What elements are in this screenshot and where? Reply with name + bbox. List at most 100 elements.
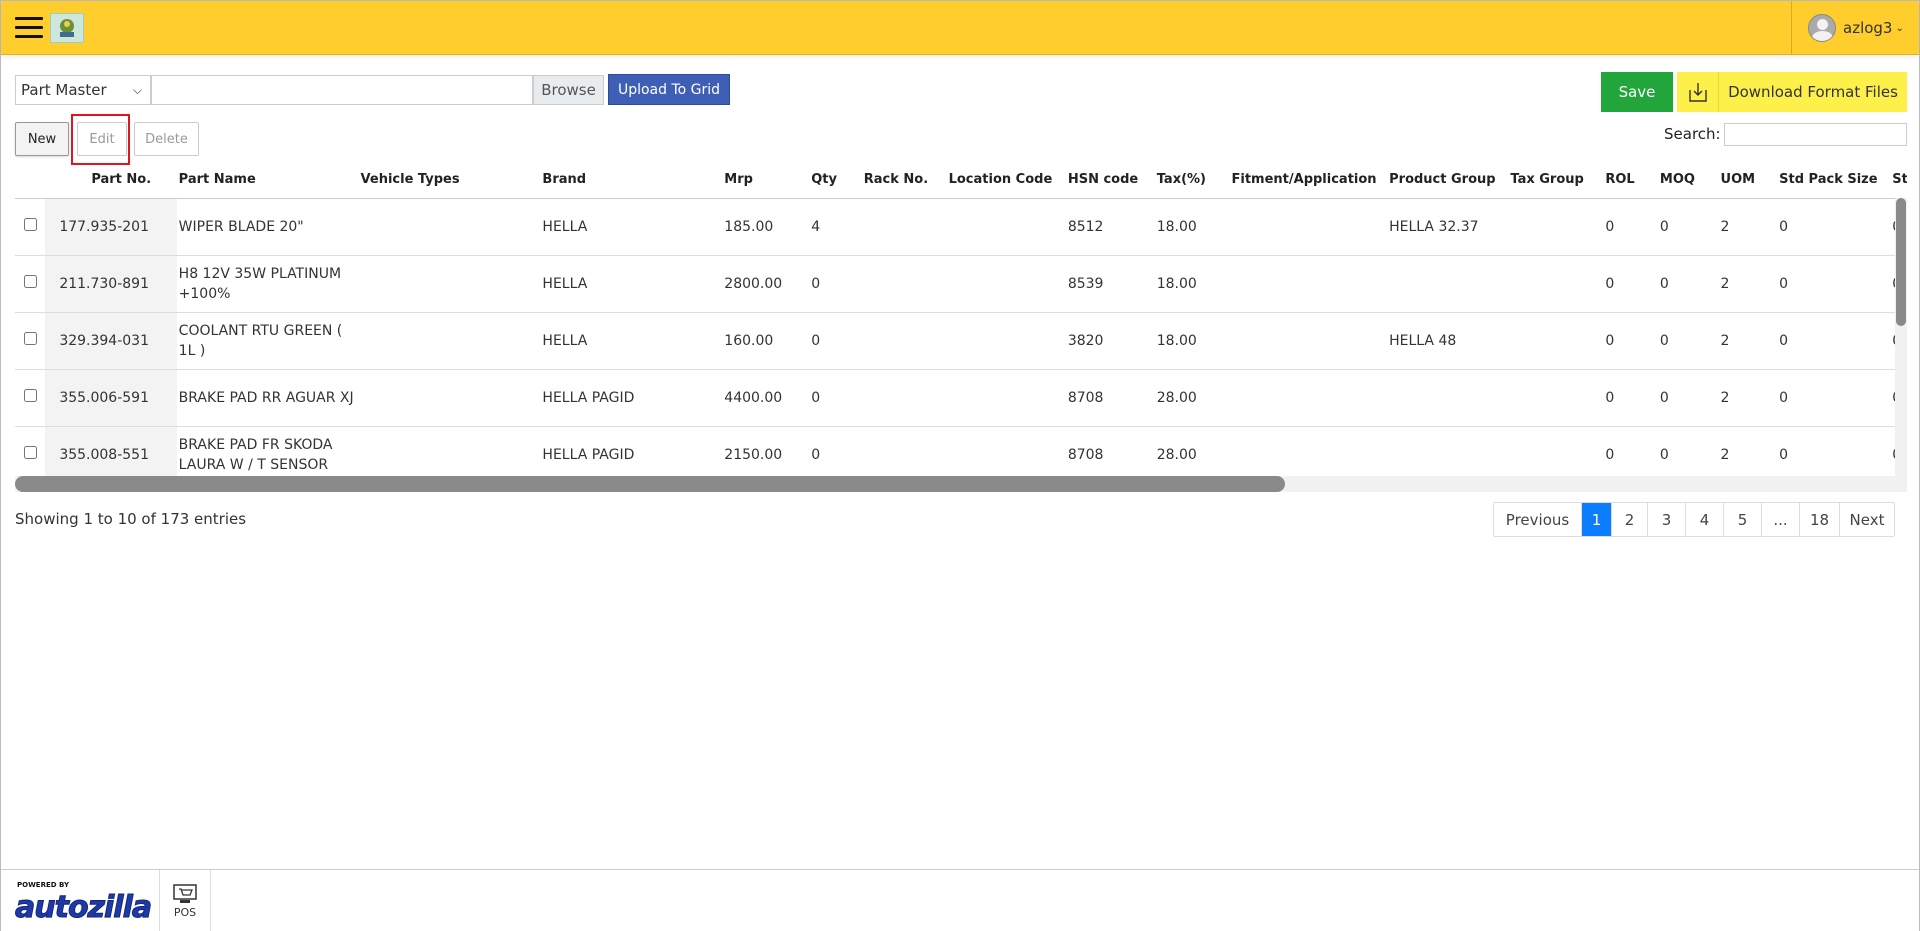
table-cell <box>1508 312 1604 370</box>
download-format-files-button[interactable]: Download Format Files <box>1677 72 1907 112</box>
column-header[interactable]: Location Code <box>946 162 1066 199</box>
browse-button[interactable]: Browse <box>533 75 604 105</box>
table-cell <box>861 198 947 256</box>
column-header[interactable]: Tax Group <box>1508 162 1604 199</box>
column-header[interactable]: Qty <box>809 162 862 199</box>
company-logo[interactable] <box>50 13 84 43</box>
save-button[interactable]: Save <box>1601 72 1673 112</box>
master-type-select[interactable]: Part Master ⌵ <box>15 75 151 105</box>
row-checkbox[interactable] <box>23 217 37 231</box>
vertical-scroll-thumb[interactable] <box>1896 198 1906 326</box>
column-header[interactable]: Fitment/Application <box>1229 162 1388 199</box>
page-button[interactable]: 3 <box>1648 503 1686 536</box>
user-menu[interactable]: azlog3 ⌄ <box>1791 1 1919 55</box>
row-checkbox[interactable] <box>23 331 37 345</box>
row-checkbox[interactable] <box>23 274 37 288</box>
table-cell: HELLA <box>540 198 723 256</box>
table-cell: 0 <box>809 312 862 370</box>
column-header[interactable]: Std C <box>1890 162 1907 199</box>
row-select-cell <box>15 198 46 256</box>
row-checkbox[interactable] <box>23 445 37 459</box>
column-header[interactable]: ROL <box>1603 162 1658 199</box>
table-cell: 2800.00 <box>722 255 810 313</box>
table-header-row: Part No. Part Name Vehicle Types Brand Mrp Qt… <box>15 162 1907 199</box>
column-header[interactable]: HSN code <box>1065 162 1155 199</box>
column-header[interactable]: Tax(%) <box>1154 162 1230 199</box>
table-cell <box>358 255 541 313</box>
horizontal-scrollbar[interactable] <box>15 476 1907 492</box>
previous-page-button[interactable]: Previous <box>1494 503 1582 536</box>
table-cell <box>946 426 1066 484</box>
table-cell <box>1229 198 1388 256</box>
table-cell: 8512 <box>1065 198 1155 256</box>
table-cell: 0 <box>809 369 862 427</box>
pagination: Previous 1 2 3 4 5... 18 Next <box>1493 502 1895 537</box>
page-button[interactable]: 4 <box>1686 503 1724 536</box>
table-cell: 0 <box>1657 198 1719 256</box>
table-cell <box>358 369 541 427</box>
page-button[interactable]: 1 <box>1582 503 1612 536</box>
table-cell: 0 <box>1603 198 1658 256</box>
column-header[interactable]: Mrp <box>722 162 810 199</box>
vertical-scrollbar[interactable] <box>1895 198 1907 476</box>
delete-button[interactable]: Delete <box>134 122 199 156</box>
horizontal-scroll-thumb[interactable] <box>15 476 1285 492</box>
table-row[interactable]: 355.006-591 BRAKE PAD RR AGUAR XJ HELLA PA… <box>15 369 1907 427</box>
table-cell: BRAKE PAD FR SKODA LAURA W / T SENSOR <box>176 426 359 484</box>
row-checkbox[interactable] <box>23 388 37 402</box>
column-header[interactable]: Product Group <box>1387 162 1509 199</box>
table-cell <box>358 198 541 256</box>
table-cell: HELLA PAGID <box>540 369 723 427</box>
table-cell: 0 <box>1603 312 1658 370</box>
table-cell: 355.006-591 <box>45 369 177 427</box>
pos-nav-item[interactable]: POS <box>159 870 211 931</box>
table-cell: 0 <box>1657 369 1719 427</box>
column-header[interactable]: Part Name <box>176 162 359 199</box>
table-row[interactable]: 177.935-201 WIPER BLADE 20" HELLA 185.00 4 85… <box>15 198 1907 256</box>
next-page-button[interactable]: Next <box>1840 503 1894 536</box>
column-header[interactable]: Part No. <box>45 162 177 199</box>
table-cell: 0 <box>1657 255 1719 313</box>
table-cell: 177.935-201 <box>45 198 177 256</box>
row-select-cell <box>15 255 46 313</box>
table-cell <box>946 255 1066 313</box>
table-cell <box>1508 255 1604 313</box>
column-header[interactable]: UOM <box>1718 162 1778 199</box>
table-cell: 0 <box>1777 369 1891 427</box>
table-cell <box>861 369 947 427</box>
table-cell: 0 <box>1603 369 1658 427</box>
table-cell <box>1508 369 1604 427</box>
table-cell: 160.00 <box>722 312 810 370</box>
column-header[interactable]: Brand <box>540 162 723 199</box>
autozilla-logo[interactable]: autozilla <box>14 890 152 926</box>
search-input[interactable] <box>1724 123 1907 146</box>
page-button[interactable]: 2 <box>1612 503 1648 536</box>
table-cell: 0 <box>1603 426 1658 484</box>
column-header[interactable]: MOQ <box>1657 162 1719 199</box>
table-cell: HELLA PAGID <box>540 426 723 484</box>
table-cell: BRAKE PAD RR AGUAR XJ <box>176 369 359 427</box>
page-button[interactable]: 5 <box>1724 503 1762 536</box>
table-cell <box>1387 255 1509 313</box>
table-row[interactable]: 355.008-551 BRAKE PAD FR SKODA LAURA W / … <box>15 426 1907 484</box>
table-cell: HELLA 32.37 <box>1387 198 1509 256</box>
row-select-cell <box>15 312 46 370</box>
entries-info: Showing 1 to 10 of 173 entries <box>15 510 247 528</box>
upload-to-grid-button[interactable]: Upload To Grid <box>608 74 730 105</box>
table-row[interactable]: 211.730-891 H8 12V 35W PLATINUM +100% HELL… <box>15 255 1907 313</box>
column-header[interactable]: Rack No. <box>861 162 947 199</box>
page-button[interactable]: 18 <box>1800 503 1840 536</box>
new-button[interactable]: New <box>15 122 69 156</box>
menu-icon[interactable] <box>15 17 43 39</box>
table-cell <box>1387 426 1509 484</box>
edit-button[interactable]: Edit <box>77 122 127 156</box>
chevron-down-icon: ⌵ <box>132 83 142 97</box>
table-cell: 0 <box>1777 426 1891 484</box>
table-cell: 18.00 <box>1154 255 1230 313</box>
table-cell: 0 <box>1657 312 1719 370</box>
column-header[interactable]: Std Pack Size <box>1777 162 1891 199</box>
file-path-input[interactable] <box>151 75 533 105</box>
table-cell: 18.00 <box>1154 198 1230 256</box>
column-header[interactable]: Vehicle Types <box>358 162 541 199</box>
table-row[interactable]: 329.394-031 COOLANT RTU GREEN ( 1L ) HELLA… <box>15 312 1907 370</box>
